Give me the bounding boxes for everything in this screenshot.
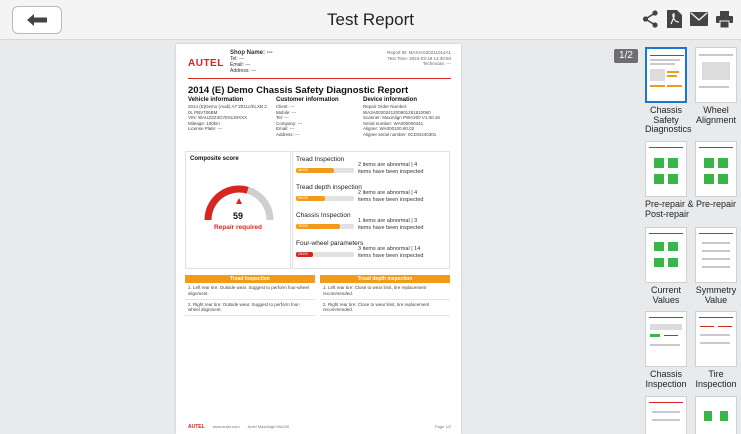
thumbnail-symmetry-value[interactable]: Symmetry Value	[695, 227, 737, 305]
inspection-metrics: Tread Inspection 66/100 2 items are abno…	[292, 151, 450, 269]
table-row: 1. Left rear tire: Outside wear. Suggest…	[185, 283, 315, 300]
thumbnail-strip[interactable]: Chassis Safety Diagnostics Wheel Alignment …	[643, 47, 741, 434]
tread-depth-table: Tread depth inspection 1. Left rear tire…	[320, 275, 450, 317]
thumbnail-image	[695, 396, 737, 434]
customer-info: Customer information Client: --- Mobile:…	[276, 97, 339, 137]
metric-bar-fill: 75/100	[296, 224, 340, 229]
metric-tread: Tread Inspection 66/100 2 items are abno…	[296, 156, 424, 175]
metric-bar-fill: 66/100	[296, 168, 335, 173]
report-id-block: Report ID: MAXIAS20211014A1 Test Time: 2…	[387, 50, 451, 66]
metric-chassis: Chassis Inspection 75/100 1 items are ab…	[296, 212, 424, 231]
thumbnail-tire-inspection[interactable]: Tire Inspection	[695, 311, 737, 389]
autel-logo: AUTEL	[188, 58, 224, 69]
thumbnail-current-values[interactable]: Current Values	[645, 227, 687, 305]
table-row: 2. Right rear tire: Outside wear. Sugges…	[185, 300, 315, 317]
thumbnail-chassis-safety[interactable]: Chassis Safety Diagnostics	[645, 47, 692, 135]
tread-inspection-table: Tread inspection 1. Left rear tire: Outs…	[185, 275, 315, 317]
share-icon[interactable]	[642, 10, 659, 28]
vehicle-info: Vehicle information 2014 (E)Demo (Audi) …	[188, 97, 268, 132]
device-info: Device information Repair Order Number: …	[363, 97, 440, 137]
thumbnail-image	[695, 311, 737, 367]
report-page[interactable]: AUTEL Shop Name: --- Tel: --- Email: ---…	[176, 44, 461, 434]
metric-bar-fill: 29/100	[296, 252, 313, 257]
top-bar: Test Report	[0, 0, 741, 40]
metric-bar-fill: 50/100	[296, 196, 325, 201]
report-title: 2014 (E) Demo Chassis Safety Diagnostic …	[188, 85, 409, 96]
thumbnail-image	[695, 47, 737, 103]
report-viewer: AUTEL Shop Name: --- Tel: --- Email: ---…	[0, 41, 741, 434]
thumbnail-wheel-alignment[interactable]: Wheel Alignment	[695, 47, 737, 125]
page-indicator: 1/2	[614, 49, 638, 63]
thumbnail-page-10[interactable]	[695, 396, 737, 434]
thumbnail-pre-repair[interactable]: Pre-repair	[695, 141, 737, 210]
thumbnail-image	[645, 396, 687, 434]
table-row: 1. Left rear tire: Close to wear limit, …	[320, 283, 450, 300]
thumbnail-page-9[interactable]	[645, 396, 687, 434]
thumbnail-image	[645, 311, 687, 367]
composite-score-card: Composite score 59 Repair required	[185, 151, 291, 269]
report-footer: AUTEL www.autel.com Autel MaxiAlign WA20…	[188, 424, 451, 430]
thumbnail-image	[695, 227, 737, 283]
thumbnail-pre-post-repair[interactable]: Pre-repair & Post-repair	[645, 141, 694, 219]
email-icon[interactable]	[690, 12, 708, 26]
table-row: 2. Right rear tire: Close to wear limit,…	[320, 300, 450, 317]
shop-info: Shop Name: --- Tel: --- Email: --- Addre…	[230, 50, 273, 74]
thumbnail-image	[645, 47, 687, 103]
metric-tread-depth: Tread depth inspection 50/100 2 items ar…	[296, 184, 424, 203]
thumbnail-image	[645, 141, 687, 197]
header-divider	[188, 78, 451, 79]
header-actions	[642, 10, 733, 28]
page-title: Test Report	[327, 10, 414, 29]
pdf-icon[interactable]	[667, 10, 682, 28]
thumbnail-image	[695, 141, 737, 197]
thumbnail-image	[645, 227, 687, 283]
composite-status: Repair required	[213, 224, 263, 231]
metric-four-wheel: Four-wheel parameters 29/100 3 items are…	[296, 240, 424, 259]
print-icon[interactable]	[716, 10, 733, 28]
composite-score: 59	[232, 211, 243, 221]
thumbnail-chassis-inspection[interactable]: Chassis Inspection	[645, 311, 687, 389]
